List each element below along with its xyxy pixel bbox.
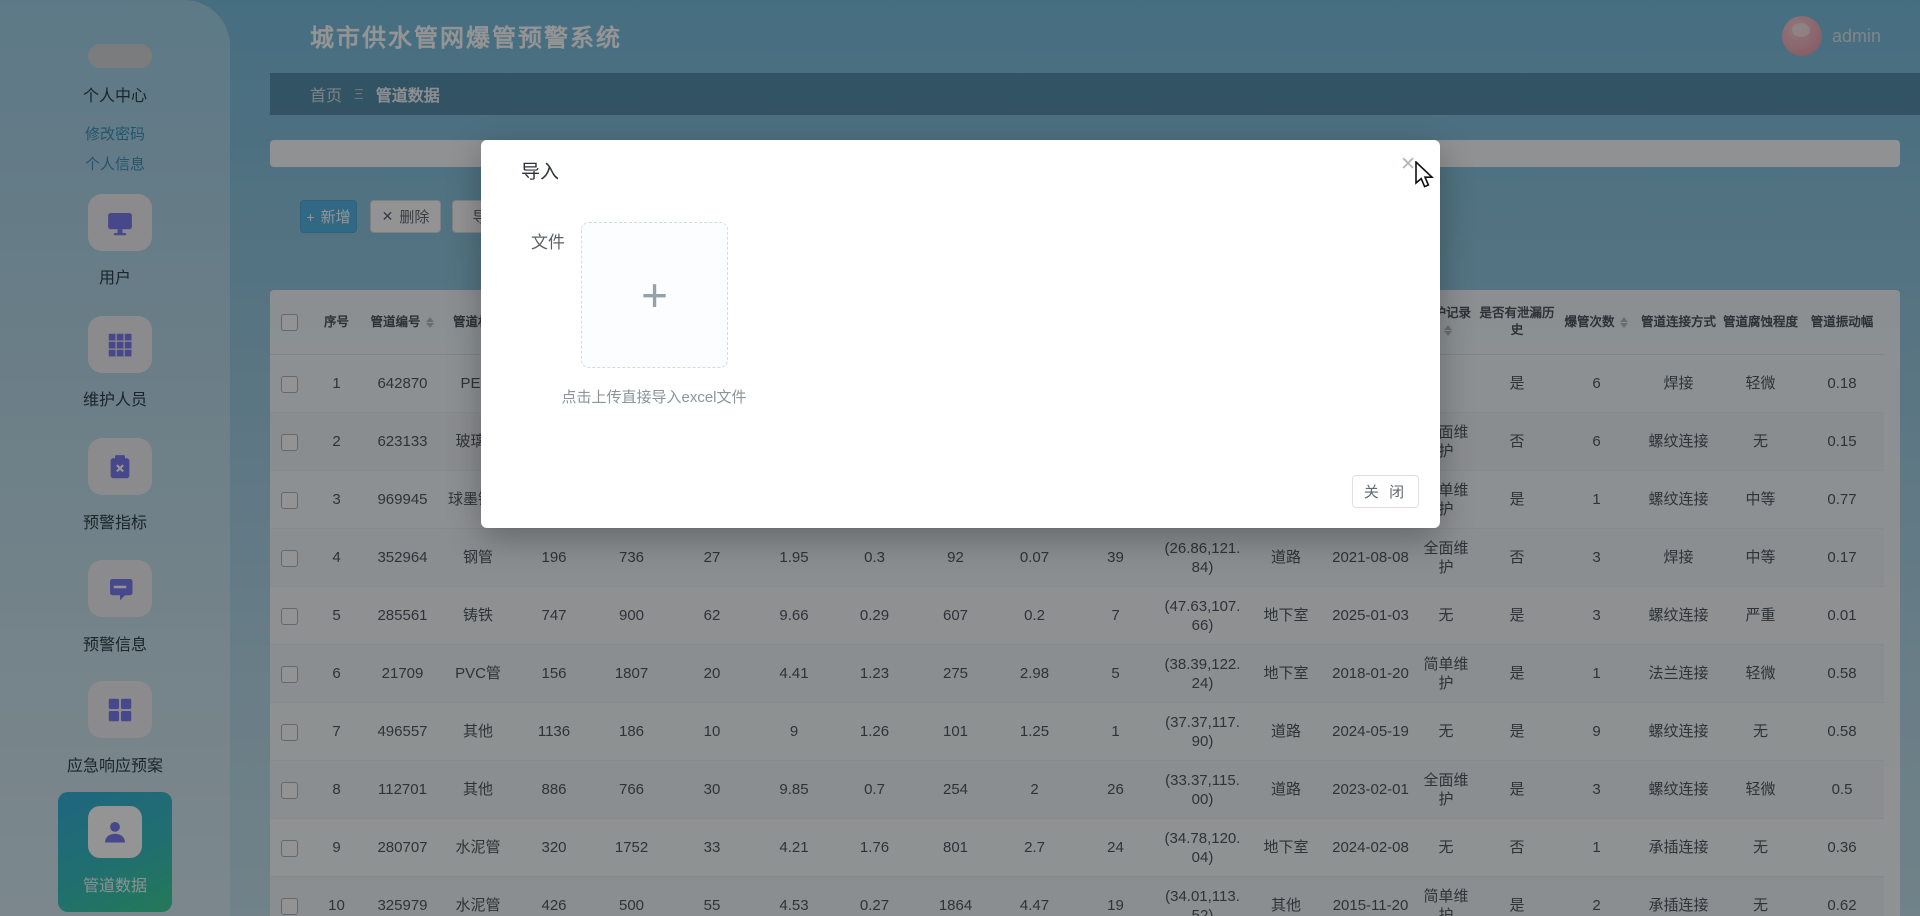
close-button[interactable]: 关 闭 <box>1352 475 1419 508</box>
app-window: { "app": { "title": "城市供水管网爆管预警系统", "use… <box>0 0 1920 916</box>
import-dialog: 导入 ✕ 文件 + 点击上传直接导入excel文件 关 闭 <box>481 140 1440 528</box>
file-field-label: 文件 <box>519 228 565 253</box>
mouse-cursor <box>1414 161 1440 191</box>
file-upload-dropzone[interactable]: + <box>581 222 728 368</box>
upload-plus-icon: + <box>641 272 668 318</box>
dialog-title: 导入 <box>521 157 559 184</box>
upload-hint: 点击上传直接导入excel文件 <box>504 386 804 407</box>
